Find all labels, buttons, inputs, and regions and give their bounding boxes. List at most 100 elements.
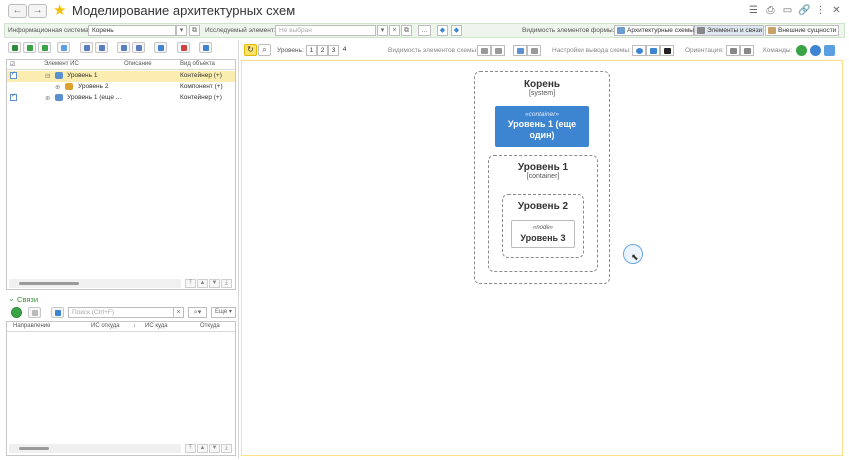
links-hscroll[interactable]	[9, 444, 181, 453]
cmd-image-icon[interactable]	[824, 45, 835, 56]
add-element-button[interactable]	[8, 42, 21, 53]
container-node[interactable]: «container» Уровень 1 (еще один)	[495, 106, 589, 147]
cmd-check-icon[interactable]	[810, 45, 821, 56]
refresh-button[interactable]: ↻	[244, 44, 257, 56]
level-1-button[interactable]: 1	[306, 45, 317, 56]
back-button[interactable]: ←	[8, 4, 27, 18]
move-right-icon[interactable]: ◆	[451, 25, 462, 36]
delete-button[interactable]	[177, 42, 190, 53]
delete-link-button[interactable]	[28, 307, 41, 318]
tab-external-entities[interactable]: Внешние сущности	[765, 25, 839, 36]
level2-box[interactable]: Уровень 2 «node» Уровень 3	[502, 194, 584, 258]
tree-row[interactable]: ⊕ Уровень 1 (еще ... Контейнер (+)	[7, 92, 235, 104]
col-description[interactable]: Описание	[124, 61, 152, 67]
row-checkbox[interactable]	[10, 70, 17, 79]
element-open-icon[interactable]: ⧉	[401, 25, 412, 36]
add-sub-button[interactable]	[38, 42, 51, 53]
print-icon[interactable]: ⎙	[765, 5, 776, 16]
output-dark-button[interactable]	[660, 45, 674, 56]
expand-button[interactable]	[80, 42, 93, 53]
zoom-icon[interactable]: ⌕	[258, 44, 271, 56]
link-button[interactable]	[199, 42, 212, 53]
collapse-icon[interactable]: ⊟	[45, 72, 50, 80]
page-last-icon[interactable]: ⤓	[221, 279, 232, 288]
hide-links-button[interactable]	[527, 45, 541, 56]
page-first-icon[interactable]: ⤒	[185, 444, 196, 453]
info-system-field[interactable]: Корень	[88, 25, 176, 36]
col-direction[interactable]: Направление	[13, 323, 50, 329]
scroll-thumb[interactable]	[19, 282, 79, 285]
level1-box[interactable]: Уровень 1 [container] Уровень 2 «node» У…	[488, 155, 598, 272]
component-icon	[65, 83, 73, 90]
element-dropdown-icon[interactable]: ▾	[377, 25, 388, 36]
page-first-icon[interactable]: ⤒	[185, 279, 196, 288]
tree-hscroll[interactable]	[9, 279, 181, 288]
search-icon[interactable]: ⌕▾	[188, 307, 207, 318]
element-select-button[interactable]: ...	[418, 25, 431, 36]
link-icon[interactable]: 🔗	[798, 5, 810, 16]
sort-down-icon[interactable]: ↓	[133, 323, 136, 329]
output-tag-button[interactable]	[646, 45, 660, 56]
tree-row[interactable]: ⊕ Уровень 2 Компонент (+)	[7, 82, 235, 93]
col-kind[interactable]: Вид объекта	[180, 61, 215, 67]
col-element[interactable]: Элемент ИС	[44, 61, 79, 67]
add-link-button[interactable]	[11, 307, 22, 318]
show-people-button[interactable]	[477, 45, 491, 56]
more-icon[interactable]: ⋮	[815, 5, 826, 16]
element-field[interactable]: Не выбран	[275, 25, 376, 36]
col-from-is[interactable]: ИС откуда	[91, 323, 120, 329]
output-settings-label: Настройки вывода схемы:	[552, 47, 631, 54]
orientation-horizontal-button[interactable]	[740, 45, 754, 56]
move-up-button[interactable]	[117, 42, 130, 53]
cmd-run-icon[interactable]	[796, 45, 807, 56]
col-from[interactable]: Откуда	[200, 323, 220, 329]
page-down-icon[interactable]: ▼	[209, 279, 220, 288]
expand-icon[interactable]: ⊕	[55, 83, 60, 91]
favorite-star-icon[interactable]: ★	[53, 1, 66, 19]
root-system-box[interactable]: Корень [system] «container» Уровень 1 (е…	[474, 71, 610, 284]
col-to-is[interactable]: ИС куда	[145, 323, 168, 329]
report-button[interactable]	[154, 42, 167, 53]
scroll-thumb[interactable]	[19, 447, 49, 450]
links-title[interactable]: Связи	[17, 295, 38, 304]
show-links-button[interactable]	[513, 45, 527, 56]
info-system-dropdown-icon[interactable]: ▾	[176, 25, 187, 36]
level-4-button[interactable]: 4	[339, 45, 350, 56]
forward-button[interactable]: →	[28, 4, 47, 18]
tree-row[interactable]: ⊟ Уровень 1 Контейнер (+)	[7, 70, 235, 82]
row-checkbox[interactable]	[10, 92, 17, 101]
links-collapse-icon[interactable]: ⌄	[8, 294, 15, 303]
menu-icon[interactable]: ☰	[748, 5, 759, 16]
hide-people-button[interactable]	[491, 45, 505, 56]
output-pie-button[interactable]	[632, 45, 646, 56]
orientation-vertical-button[interactable]	[726, 45, 740, 56]
tree-grid: ☑ Элемент ИС Описание Вид объекта ⊟ Уров…	[6, 59, 236, 290]
expand-icon[interactable]: ⊕	[45, 94, 50, 102]
panel-splitter[interactable]	[238, 40, 239, 458]
diagram-canvas[interactable]: Корень [system] «container» Уровень 1 (е…	[241, 60, 843, 456]
page-up-icon[interactable]: ▲	[197, 279, 208, 288]
info-system-open-icon[interactable]: ⧉	[189, 25, 200, 36]
copy-button[interactable]	[57, 42, 70, 53]
check-all-icon[interactable]: ☑	[10, 61, 15, 68]
node-title: Уровень 3	[520, 233, 566, 243]
add-child-button[interactable]	[23, 42, 36, 53]
move-down-button[interactable]	[132, 42, 145, 53]
node-level3[interactable]: «node» Уровень 3	[511, 220, 575, 248]
tab-architecture-schemes[interactable]: Архитектурные схемы	[614, 25, 694, 36]
element-clear-icon[interactable]: ×	[389, 25, 400, 36]
page-up-icon[interactable]: ▲	[197, 444, 208, 453]
link-report-button[interactable]	[51, 307, 64, 318]
links-search-input[interactable]: Поиск (Ctrl+F)	[68, 307, 174, 318]
move-left-icon[interactable]: ◆	[437, 25, 448, 36]
close-icon[interactable]: ✕	[831, 5, 842, 16]
level-3-button[interactable]: 3	[328, 45, 339, 56]
search-clear-icon[interactable]: ×	[173, 307, 184, 318]
page-last-icon[interactable]: ⤓	[221, 444, 232, 453]
tab-elements-links[interactable]: Элементы и связи	[694, 25, 764, 36]
links-more-button[interactable]: Еще ▾	[211, 307, 236, 318]
page-down-icon[interactable]: ▼	[209, 444, 220, 453]
collapse-button[interactable]	[95, 42, 108, 53]
level-2-button[interactable]: 2	[317, 45, 328, 56]
window-icon[interactable]: ▭	[782, 5, 793, 16]
